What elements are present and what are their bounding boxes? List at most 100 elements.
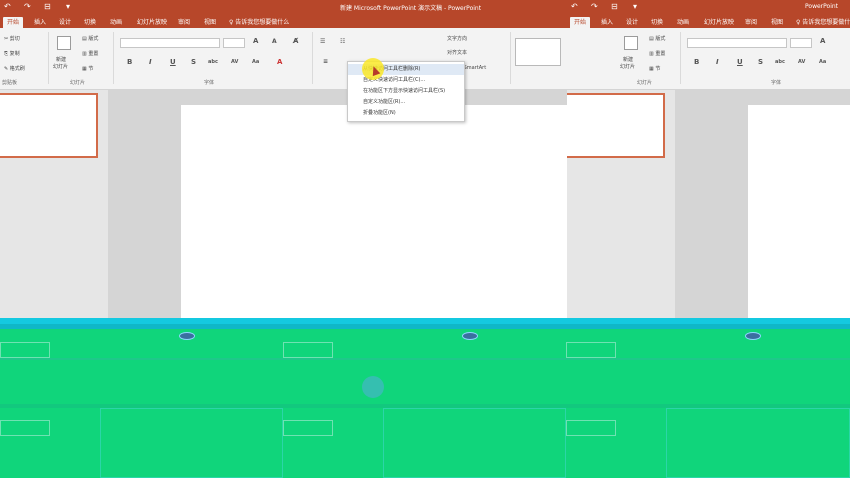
layout-label: 版式 [88, 36, 99, 42]
font-size-combo[interactable] [790, 38, 812, 48]
grow-font-button[interactable]: A [820, 37, 825, 45]
window-title: PowerPoint [805, 3, 839, 10]
italic-button[interactable]: I [149, 58, 152, 66]
shrink-font-button[interactable]: A [272, 38, 277, 45]
title-bar: ↶ ↷ ⊟ ▾ PowerPoint [567, 0, 850, 15]
group-divider [680, 32, 681, 84]
tab-insert[interactable]: 插入 [30, 17, 50, 28]
new-slide-icon[interactable] [57, 36, 71, 50]
format-painter-button[interactable]: ✎ 格式刷 [4, 65, 25, 72]
tab-slideshow[interactable]: 幻灯片放映 [700, 17, 738, 28]
menu-item-show-qat-below[interactable]: 在功能区下方显示快速访问工具栏(S) [348, 86, 464, 97]
glitch-artifact [462, 332, 478, 340]
underline-button[interactable]: U [737, 58, 743, 66]
ribbon: 新建 幻灯片 ▤ 版式 ▥ 重置 ▦ 节 幻灯片 A B I U S abc A… [567, 28, 850, 90]
font-name-combo[interactable] [687, 38, 787, 48]
menu-item-collapse-ribbon[interactable]: 折叠功能区(N) [348, 108, 464, 119]
layout-button[interactable]: ▤ 版式 [649, 35, 665, 42]
glitch-cursor-ghost [362, 376, 384, 398]
shadow-button[interactable]: abc [208, 59, 218, 65]
font-name-combo[interactable] [120, 38, 220, 48]
new-slide-label[interactable]: 新建 [56, 56, 66, 63]
tab-insert[interactable]: 插入 [597, 17, 617, 28]
reset-button[interactable]: ▥ 重置 [82, 50, 98, 57]
tab-view[interactable]: 视图 [767, 17, 787, 28]
copy-button[interactable]: ⎘ 复制 [4, 50, 20, 57]
tab-home[interactable]: 开始 [3, 17, 24, 28]
char-spacing-button[interactable]: AV [798, 59, 805, 65]
change-case-button[interactable]: Aa [252, 59, 259, 65]
tab-home[interactable]: 开始 [570, 17, 591, 28]
tab-view[interactable]: 视图 [200, 17, 220, 28]
layout-button[interactable]: ▤ 版式 [82, 35, 98, 42]
slide-thumbnail[interactable] [567, 93, 665, 158]
tab-slideshow[interactable]: 幻灯片放映 [133, 17, 171, 28]
italic-button[interactable]: I [716, 58, 719, 66]
layout-label: 版式 [655, 36, 666, 42]
glitch-artifact [179, 332, 195, 340]
text-direction-button[interactable]: 文字方向 [447, 35, 467, 42]
slide-canvas[interactable] [748, 105, 850, 320]
tab-design[interactable]: 设计 [55, 17, 75, 28]
clear-format-icon[interactable]: A̸ [293, 37, 298, 45]
slide-canvas[interactable] [181, 105, 567, 320]
copy-label: 复制 [9, 51, 20, 57]
grow-font-button[interactable]: A [253, 37, 258, 45]
font-size-combo[interactable] [223, 38, 245, 48]
tell-me-search[interactable]: ♀ 告诉我您想要做什么 [229, 17, 289, 28]
align-left-icon[interactable]: ≡ [323, 58, 328, 65]
align-text-button[interactable]: 对齐文本 [447, 49, 467, 56]
slide-thumbnail[interactable] [0, 93, 98, 158]
qat-customize-icon[interactable]: ▾ [66, 2, 70, 12]
char-spacing-button[interactable]: AV [231, 59, 238, 65]
slideshow-icon[interactable]: ⊟ [611, 2, 618, 12]
font-group-label: 字体 [204, 80, 215, 86]
strikethrough-button[interactable]: S [758, 58, 763, 66]
font-group-label: 字体 [771, 80, 782, 86]
new-slide-label-2[interactable]: 幻灯片 [53, 63, 68, 70]
glitch-outline [0, 342, 50, 358]
shapes-gallery[interactable] [515, 38, 561, 66]
window-title: 新建 Microsoft PowerPoint 演示文稿 - PowerPoin… [340, 5, 482, 12]
cut-label: 剪切 [9, 36, 20, 42]
tab-animations[interactable]: 动画 [673, 17, 693, 28]
tab-animations[interactable]: 动画 [106, 17, 126, 28]
tab-review[interactable]: 审阅 [741, 17, 761, 28]
undo-icon[interactable]: ↶ [571, 2, 578, 12]
glitch-outline [100, 408, 283, 478]
slides-group-label: 幻灯片 [637, 80, 653, 86]
strikethrough-button[interactable]: S [191, 58, 196, 66]
glitch-outline [566, 420, 616, 436]
qat-customize-icon[interactable]: ▾ [633, 2, 637, 12]
bullets-icon[interactable]: ☰ [320, 38, 325, 45]
section-button[interactable]: ▦ 节 [82, 65, 93, 72]
reset-button[interactable]: ▥ 重置 [649, 50, 665, 57]
group-divider [312, 32, 313, 84]
tab-transitions[interactable]: 切换 [80, 17, 100, 28]
numbering-icon[interactable]: ☷ [340, 38, 345, 45]
change-case-button[interactable]: Aa [819, 59, 826, 65]
new-slide-icon[interactable] [624, 36, 638, 50]
tell-me-search[interactable]: ♀ 告诉我您想要做什么 [796, 17, 850, 28]
new-slide-label[interactable]: 新建 [623, 56, 633, 63]
redo-icon[interactable]: ↷ [24, 2, 31, 12]
slideshow-icon[interactable]: ⊟ [44, 2, 51, 12]
glitch-band [0, 324, 850, 329]
title-bar: ↶ ↷ ⊟ ▾ 新建 Microsoft PowerPoint 演示文稿 - P… [0, 0, 567, 15]
bold-button[interactable]: B [127, 58, 132, 66]
menu-item-customize-ribbon[interactable]: 自定义功能区(R)... [348, 97, 464, 108]
ribbon-tabs: 开始 插入 设计 切换 动画 幻灯片放映 审阅 视图 ♀ 告诉我您想要做什么 [0, 15, 567, 28]
bold-button[interactable]: B [694, 58, 699, 66]
new-slide-label-2[interactable]: 幻灯片 [620, 63, 635, 70]
cut-button[interactable]: ✂ 剪切 [4, 35, 20, 42]
glitch-outline [283, 342, 333, 358]
undo-icon[interactable]: ↶ [4, 2, 11, 12]
underline-button[interactable]: U [170, 58, 176, 66]
shadow-button[interactable]: abc [775, 59, 785, 65]
tab-review[interactable]: 审阅 [174, 17, 194, 28]
tab-design[interactable]: 设计 [622, 17, 642, 28]
tab-transitions[interactable]: 切换 [647, 17, 667, 28]
redo-icon[interactable]: ↷ [591, 2, 598, 12]
font-color-button[interactable]: A [277, 58, 282, 66]
section-button[interactable]: ▦ 节 [649, 65, 660, 72]
